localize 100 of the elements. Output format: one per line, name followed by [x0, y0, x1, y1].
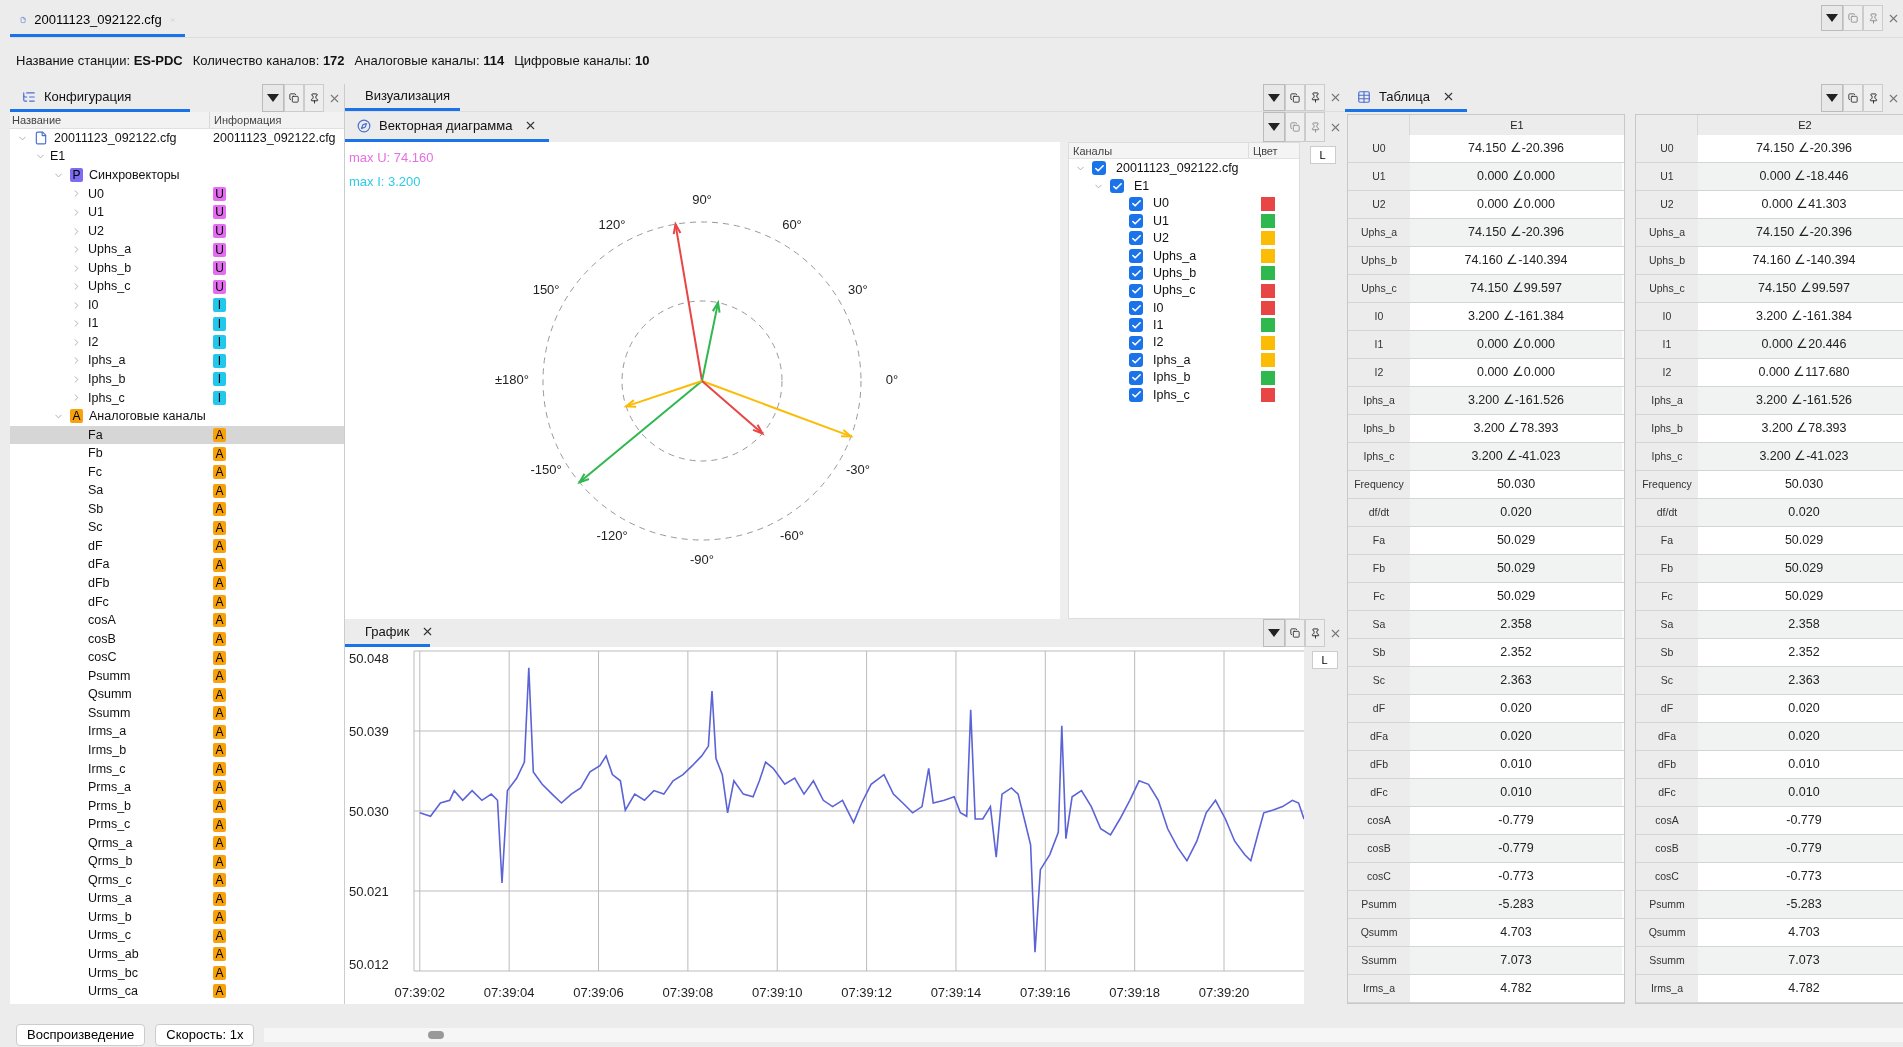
tree-row[interactable]: 20011123_092122.cfg 20011123_092122.cfg	[10, 129, 344, 148]
row-header: df/dt	[1636, 499, 1698, 526]
tree-row[interactable]: P Синхровекторы	[10, 166, 344, 185]
tree-row[interactable]: cosA A	[10, 611, 344, 630]
checkbox[interactable]	[1129, 283, 1143, 298]
tree-row[interactable]: Urms_b A	[10, 907, 344, 927]
tree-row[interactable]: E1	[10, 147, 344, 167]
speed-button[interactable]: Скорость: 1x	[155, 1024, 255, 1046]
tree-row[interactable]: Qsumm A	[10, 685, 344, 704]
column-header: E1	[1509, 118, 1525, 133]
row-header: Frequency	[1348, 471, 1410, 498]
dropdown-button[interactable]	[1821, 84, 1843, 112]
tree-row[interactable]: Prms_a A	[10, 778, 344, 797]
checkbox[interactable]	[1129, 248, 1143, 263]
tree-row[interactable]: Qrms_b A	[10, 852, 344, 871]
restore-button[interactable]	[1843, 84, 1863, 112]
tree-row[interactable]: Uphs_a U	[10, 240, 344, 259]
close-icon	[1442, 90, 1455, 103]
row-header: df/dt	[1348, 499, 1410, 526]
checkbox[interactable]	[1129, 388, 1143, 402]
checkbox[interactable]	[1129, 266, 1143, 281]
tree-row[interactable]: Qrms_c A	[10, 870, 344, 890]
timeline-slider[interactable]	[264, 1028, 1903, 1042]
tree-row[interactable]: Psumm A	[10, 666, 344, 686]
tree-row[interactable]: Urms_ca A	[10, 982, 344, 1001]
dropdown-button[interactable]	[1263, 619, 1285, 647]
pin-button[interactable]	[304, 84, 324, 112]
tree-row[interactable]: Prms_b A	[10, 796, 344, 816]
table-cell: -5.283	[1410, 891, 1622, 918]
l-button[interactable]: L	[1311, 651, 1338, 669]
tree-item-label: U1	[88, 204, 104, 222]
checkbox[interactable]	[1129, 353, 1143, 368]
dropdown-button[interactable]	[1263, 112, 1285, 142]
tree-row[interactable]: I0 I	[10, 295, 344, 315]
tree-row[interactable]: Urms_a A	[10, 889, 344, 908]
channel-badge: A	[213, 873, 226, 888]
l-button[interactable]: L	[1309, 146, 1336, 164]
slider-thumb[interactable]	[428, 1031, 445, 1039]
row-header: Fb	[1348, 555, 1410, 582]
tree-row[interactable]: Uphs_c U	[10, 277, 344, 296]
restore-button[interactable]	[284, 84, 304, 112]
tree-row[interactable]: Sa A	[10, 481, 344, 500]
axis-tick-label: 07:39:06	[573, 985, 624, 1000]
tree-row[interactable]: Irms_a A	[10, 722, 344, 742]
checkbox[interactable]	[1092, 161, 1106, 175]
tree-row[interactable]: Irms_b A	[10, 741, 344, 760]
table-cell: 0.020	[1410, 499, 1622, 526]
checkbox[interactable]	[1129, 370, 1143, 385]
tree-item-label: Irms_b	[88, 741, 127, 759]
tree-row[interactable]: U0 U	[10, 184, 344, 204]
checkbox[interactable]	[1129, 318, 1143, 333]
tree-row[interactable]: Uphs_b U	[10, 258, 344, 278]
row-header: Iphs_a	[1348, 387, 1410, 414]
restore-button[interactable]	[1285, 619, 1305, 647]
channel-badge: A	[213, 502, 226, 517]
dropdown-button[interactable]	[1263, 84, 1285, 111]
tree-row[interactable]: Prms_c A	[10, 815, 344, 834]
tree-row[interactable]: Urms_c A	[10, 926, 344, 946]
tree-row[interactable]: dFb A	[10, 574, 344, 593]
table-cell: 74.150 ∠99.597	[1698, 275, 1903, 302]
checkbox[interactable]	[1129, 231, 1143, 246]
tree-row[interactable]: cosB A	[10, 629, 344, 649]
checkbox[interactable]	[1129, 196, 1143, 211]
tree-row[interactable]: Iphs_c I	[10, 388, 344, 408]
tree-row[interactable]: Fb A	[10, 444, 344, 463]
tree-row[interactable]: U2 U	[10, 221, 344, 241]
restore-button[interactable]	[1285, 84, 1305, 111]
tree-row[interactable]: Qrms_a A	[10, 833, 344, 853]
tree-row[interactable]: Fa A	[10, 425, 344, 445]
tree-row[interactable]: Fc A	[10, 462, 344, 482]
checkbox[interactable]	[1129, 335, 1143, 350]
dropdown-button[interactable]	[262, 84, 284, 112]
checkbox[interactable]	[1129, 214, 1143, 229]
tree-row[interactable]: I2 I	[10, 333, 344, 352]
tree-row[interactable]: Sb A	[10, 499, 344, 519]
pin-button[interactable]	[1305, 619, 1325, 647]
row-header: dFa	[1348, 723, 1410, 750]
tree-row[interactable]: Ssumm A	[10, 703, 344, 723]
panel-tab[interactable]: Визуализация	[345, 84, 460, 111]
tree-row[interactable]: Sc A	[10, 518, 344, 538]
tree-row[interactable]: Irms_c A	[10, 759, 344, 779]
pin-button[interactable]	[1305, 84, 1325, 111]
tree-row[interactable]: Urms_ab A	[10, 945, 344, 964]
tree-row[interactable]: cosC A	[10, 648, 344, 667]
tree-row[interactable]: Iphs_b I	[10, 370, 344, 389]
dropdown-button[interactable]	[1821, 5, 1843, 31]
tree-row[interactable]: A Аналоговые каналы	[10, 407, 344, 426]
playback-button[interactable]: Воспроизведение	[16, 1024, 146, 1046]
tree-row[interactable]: Iphs_a I	[10, 351, 344, 371]
pin-button[interactable]	[1863, 84, 1883, 112]
tree-row[interactable]: I1 I	[10, 314, 344, 333]
checkbox[interactable]	[1129, 301, 1143, 316]
tree-row[interactable]: dFa A	[10, 555, 344, 575]
checkbox[interactable]	[1110, 179, 1124, 193]
triangle-down-icon	[1826, 94, 1838, 102]
tree-row[interactable]: U1 U	[10, 203, 344, 222]
tree-row[interactable]: Urms_bc A	[10, 963, 344, 983]
document-tab[interactable]: 20011123_092122.cfg	[10, 5, 185, 37]
tree-row[interactable]: dFc A	[10, 592, 344, 612]
tree-row[interactable]: dF A	[10, 537, 344, 556]
